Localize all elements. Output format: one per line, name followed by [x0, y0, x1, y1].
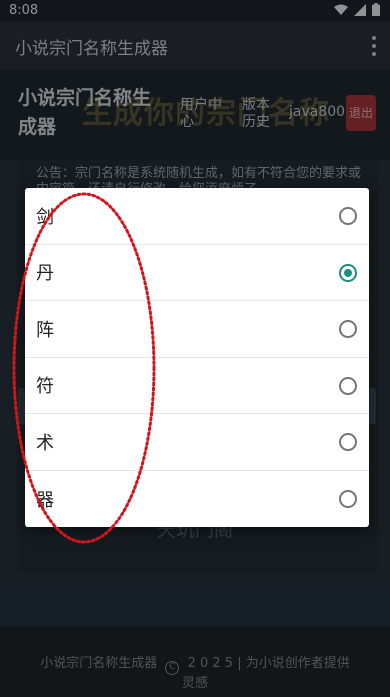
radio-button[interactable] [339, 376, 357, 395]
option-label: 丹 [36, 263, 54, 285]
option-label: 符 [36, 376, 54, 398]
option-item[interactable]: 符 [25, 358, 369, 414]
radio-button[interactable] [339, 207, 357, 225]
option-label: 器 [36, 489, 54, 511]
option-label: 术 [36, 432, 54, 454]
option-label: 剑 [36, 206, 54, 228]
option-item[interactable]: 丹 [25, 245, 369, 301]
option-item[interactable]: 器 [25, 471, 369, 528]
radio-button[interactable] [339, 320, 357, 338]
radio-button[interactable] [339, 489, 357, 508]
option-item[interactable]: 阵 [25, 301, 369, 358]
option-item[interactable]: 剑 [25, 188, 369, 245]
option-dialog: 剑 丹 阵 符 术 器 [25, 188, 369, 527]
radio-button-selected[interactable] [339, 263, 357, 282]
option-label: 阵 [36, 319, 54, 341]
radio-button[interactable] [339, 433, 357, 451]
option-item[interactable]: 术 [25, 414, 369, 471]
